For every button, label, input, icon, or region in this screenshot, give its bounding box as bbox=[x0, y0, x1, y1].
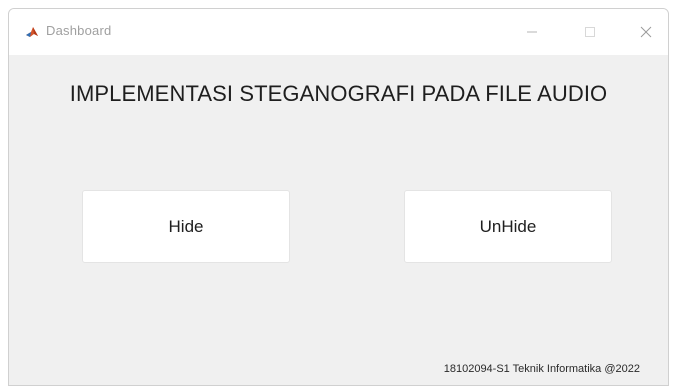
title-bar[interactable]: Dashboard bbox=[9, 9, 668, 55]
close-icon bbox=[640, 26, 652, 38]
close-button[interactable] bbox=[623, 9, 668, 55]
matlab-icon bbox=[25, 25, 39, 39]
window-title: Dashboard bbox=[46, 23, 112, 38]
minimize-button[interactable] bbox=[509, 9, 555, 55]
dashboard-window: Dashboard IMPLEMENTASI STEGANOGRAFI PADA… bbox=[8, 8, 669, 386]
maximize-button[interactable] bbox=[567, 9, 613, 55]
footer-credit: 18102094-S1 Teknik Informatika @2022 bbox=[443, 363, 640, 375]
hide-button[interactable]: Hide bbox=[82, 190, 290, 263]
minimize-icon bbox=[527, 31, 537, 33]
page-title: IMPLEMENTASI STEGANOGRAFI PADA FILE AUDI… bbox=[69, 81, 608, 106]
maximize-icon bbox=[585, 27, 595, 37]
unhide-button[interactable]: UnHide bbox=[404, 190, 612, 263]
